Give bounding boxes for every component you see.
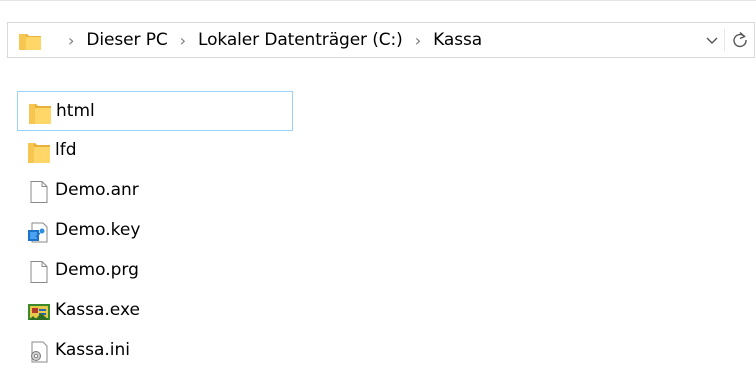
file-list: html lfd Demo.anr Demo.key Demo.prg Kass…	[17, 91, 317, 371]
top-divider	[0, 0, 756, 1]
folder-icon	[19, 34, 41, 50]
list-item-lfd[interactable]: lfd	[17, 131, 293, 171]
chevron-down-icon[interactable]	[704, 31, 720, 49]
chevron-right-icon[interactable]: ›	[170, 31, 196, 50]
file-name: Kassa.exe	[55, 300, 140, 320]
file-icon	[30, 261, 48, 283]
chevron-right-icon[interactable]: ›	[405, 31, 431, 50]
key-file-icon	[28, 222, 48, 243]
file-name: Kassa.ini	[55, 340, 131, 360]
address-bar-divider	[724, 29, 725, 51]
breadcrumb-dieser-pc[interactable]: Dieser PC	[84, 30, 169, 50]
file-name: html	[56, 101, 95, 121]
breadcrumb-lokaler-datentraeger[interactable]: Lokaler Datenträger (C:)	[196, 30, 405, 50]
list-item-demo-key[interactable]: Demo.key	[17, 211, 293, 251]
file-name: Demo.anr	[55, 180, 139, 200]
list-item-kassa-exe[interactable]: Kassa.exe	[17, 291, 293, 331]
exe-icon	[28, 304, 50, 320]
list-item-demo-anr[interactable]: Demo.anr	[17, 171, 293, 211]
file-name: Demo.key	[55, 220, 141, 240]
list-item-demo-prg[interactable]: Demo.prg	[17, 251, 293, 291]
breadcrumb-kassa[interactable]: Kassa	[431, 30, 484, 50]
file-name: lfd	[55, 140, 77, 160]
list-item-kassa-ini[interactable]: Kassa.ini	[17, 331, 293, 371]
refresh-icon[interactable]	[730, 30, 750, 50]
settings-file-icon	[31, 341, 48, 363]
file-name: Demo.prg	[55, 260, 139, 280]
chevron-right-icon[interactable]: ›	[58, 31, 84, 50]
address-bar[interactable]: › Dieser PC › Lokaler Datenträger (C:) ›…	[7, 22, 755, 58]
folder-icon	[28, 143, 50, 163]
breadcrumb: › Dieser PC › Lokaler Datenträger (C:) ›…	[58, 23, 484, 57]
file-icon	[30, 181, 48, 203]
list-item-html[interactable]: html	[17, 91, 293, 131]
folder-icon	[29, 104, 51, 124]
